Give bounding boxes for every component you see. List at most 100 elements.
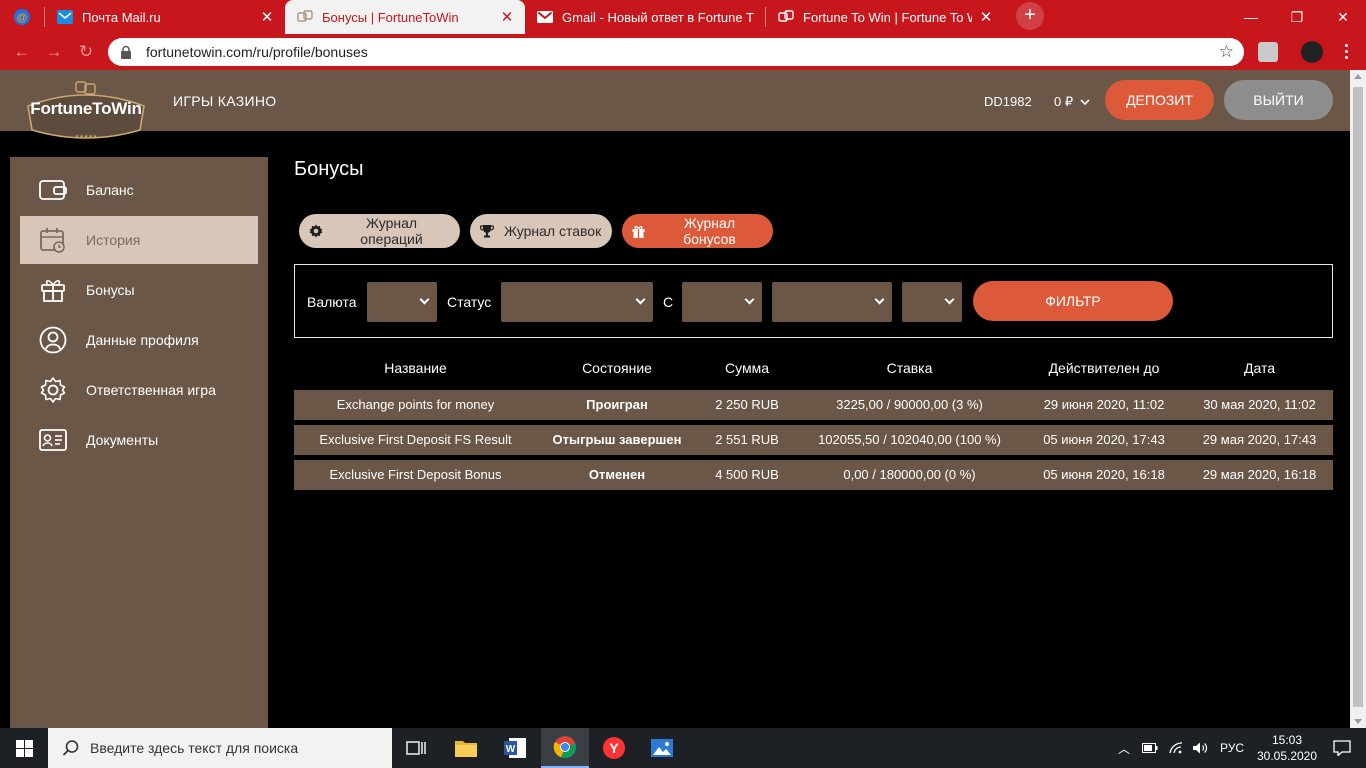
sidebar-item-bonuses[interactable]: Бонусы bbox=[20, 266, 258, 314]
sidebar-item-label: Данные профиля bbox=[86, 332, 199, 348]
browser-tab-strip: @ Почта Mail.ru ✕ Бонусы | FortuneToWin … bbox=[0, 0, 1366, 34]
taskbar-search-box[interactable]: Введите здесь текст для поиска bbox=[48, 728, 392, 768]
forward-arrow-icon[interactable]: → bbox=[44, 42, 64, 62]
gear-icon bbox=[38, 375, 68, 405]
tab-operations-log[interactable]: Журнал операций bbox=[299, 214, 460, 248]
year-select[interactable] bbox=[902, 282, 962, 322]
sidebar-item-label: Баланс bbox=[86, 182, 134, 198]
tab-bonus-log[interactable]: Журнал бонусов bbox=[622, 214, 773, 248]
volume-icon[interactable] bbox=[1192, 741, 1208, 755]
profile-avatar-icon[interactable] bbox=[1301, 41, 1323, 63]
date-from-label: С bbox=[663, 294, 674, 310]
mail-at-icon: @ bbox=[14, 9, 30, 25]
bonus-wager: 102055,50 / 102040,00 (100 %) bbox=[818, 432, 1001, 447]
sidebar-item-responsible-gaming[interactable]: Ответственная игра bbox=[20, 366, 258, 414]
tab-bets-log[interactable]: Журнал ставок bbox=[470, 214, 612, 248]
minimize-icon[interactable]: — bbox=[1228, 0, 1274, 34]
chevron-up-icon[interactable]: ︿ bbox=[1118, 740, 1130, 757]
browser-tab-mailru-at[interactable]: @ bbox=[0, 0, 44, 34]
browser-menu-icon[interactable] bbox=[1345, 44, 1349, 60]
gmail-icon bbox=[537, 9, 553, 25]
battery-icon[interactable] bbox=[1142, 743, 1158, 753]
word-icon[interactable]: W bbox=[491, 728, 539, 768]
extension-icon[interactable] bbox=[1258, 42, 1278, 62]
chrome-icon[interactable] bbox=[541, 728, 589, 768]
close-tab-icon[interactable]: ✕ bbox=[978, 8, 994, 26]
bonus-name: Exclusive First Deposit FS Result bbox=[319, 432, 512, 447]
column-header-name: Название bbox=[384, 360, 447, 376]
bonus-amount: 2 551 RUB bbox=[715, 432, 779, 447]
bonus-status: Отыгрыш завершен bbox=[552, 432, 682, 447]
window-controls: — ❐ ✕ bbox=[1228, 0, 1366, 34]
back-arrow-icon[interactable]: ← bbox=[12, 42, 32, 62]
yandex-browser-icon[interactable]: Y bbox=[590, 728, 638, 768]
gift-icon bbox=[632, 224, 646, 238]
bonus-amount: 2 250 RUB bbox=[715, 397, 779, 412]
scroll-down-icon[interactable] bbox=[1354, 719, 1362, 724]
sidebar-item-documents[interactable]: Документы bbox=[20, 416, 258, 464]
svg-text:W: W bbox=[506, 744, 516, 755]
bonus-valid-until: 29 июня 2020, 11:02 bbox=[1043, 397, 1165, 412]
site-logo[interactable]: ★★★★★ FortuneToWin bbox=[22, 80, 150, 140]
logout-button[interactable]: ВЫЙТИ bbox=[1224, 80, 1333, 120]
column-header-date: Дата bbox=[1243, 360, 1275, 376]
dice-icon bbox=[778, 9, 794, 25]
browser-tab-bonuses[interactable]: Бонусы | FortuneToWin ✕ bbox=[285, 0, 525, 34]
scrollbar-thumb[interactable] bbox=[1353, 87, 1363, 707]
browser-tab-mail[interactable]: Почта Mail.ru ✕ bbox=[45, 0, 285, 34]
new-tab-button[interactable]: + bbox=[1016, 1, 1044, 30]
deposit-button[interactable]: ДЕПОЗИТ bbox=[1105, 80, 1214, 120]
clock-date: 30.05.2020 bbox=[1256, 749, 1318, 763]
restore-icon[interactable]: ❐ bbox=[1274, 0, 1320, 34]
sidebar-item-balance[interactable]: Баланс bbox=[20, 166, 258, 214]
balance-dropdown[interactable]: 0 ₽ bbox=[1054, 94, 1090, 110]
close-tab-icon[interactable]: ✕ bbox=[259, 8, 275, 26]
currency-select[interactable] bbox=[367, 282, 437, 322]
mail-envelope-icon bbox=[57, 9, 73, 25]
currency-label: Валюта bbox=[307, 294, 357, 310]
reload-icon[interactable]: ↻ bbox=[76, 42, 96, 62]
address-bar[interactable]: fortunetowin.com/ru/profile/bonuses ☆ bbox=[108, 38, 1244, 66]
windows-taskbar: Введите здесь текст для поиска W Y ︿ РУС… bbox=[0, 728, 1366, 768]
wifi-icon[interactable] bbox=[1168, 741, 1184, 755]
bonus-valid-until: 05 июня 2020, 16:18 bbox=[1043, 467, 1165, 482]
close-window-icon[interactable]: ✕ bbox=[1320, 0, 1366, 34]
task-view-icon[interactable] bbox=[392, 728, 440, 768]
windows-start-button[interactable] bbox=[0, 728, 48, 768]
chevron-down-icon bbox=[874, 294, 885, 305]
input-language[interactable]: РУС bbox=[1220, 741, 1244, 755]
column-header-status: Состояние bbox=[582, 360, 652, 376]
nav-casino-games[interactable]: ИГРЫ КАЗИНО bbox=[173, 93, 276, 109]
taskbar-clock[interactable]: 15:03 30.05.2020 bbox=[1255, 732, 1319, 764]
status-select[interactable] bbox=[501, 282, 653, 322]
close-tab-icon[interactable]: ✕ bbox=[499, 8, 515, 26]
sidebar-item-profile[interactable]: Данные профиля bbox=[20, 316, 258, 364]
sidebar-item-label: Документы bbox=[86, 432, 159, 448]
tab-label: Журнал ставок bbox=[504, 223, 602, 239]
sidebar-item-label: История bbox=[86, 232, 141, 248]
day-select[interactable] bbox=[682, 282, 762, 322]
browser-tab-gmail[interactable]: Gmail - Новый ответ в Fortune T bbox=[525, 0, 765, 34]
calendar-history-icon bbox=[38, 225, 68, 255]
month-select[interactable] bbox=[772, 282, 892, 322]
bonus-name: Exclusive First Deposit Bonus bbox=[329, 467, 502, 482]
bonus-name: Exchange points for money bbox=[336, 397, 495, 412]
browser-tab-fortune[interactable]: Fortune To Win | Fortune To Win ✕ bbox=[766, 0, 1004, 34]
page-scrollbar[interactable] bbox=[1350, 70, 1366, 728]
user-icon bbox=[38, 325, 68, 355]
bonus-wager: 3225,00 / 90000,00 (3 %) bbox=[836, 397, 983, 412]
photos-icon[interactable] bbox=[638, 728, 686, 768]
username[interactable]: DD1982 bbox=[984, 94, 1032, 109]
filter-button[interactable]: ФИЛЬТР bbox=[973, 281, 1173, 321]
bonus-status: Отменен bbox=[588, 467, 646, 482]
system-tray: ︿ РУС bbox=[1118, 728, 1244, 768]
sidebar-item-history[interactable]: История bbox=[20, 216, 258, 264]
file-explorer-icon[interactable] bbox=[442, 728, 490, 768]
status-label: Статус bbox=[447, 294, 492, 310]
svg-text:@: @ bbox=[17, 12, 28, 24]
notifications-icon[interactable] bbox=[1318, 728, 1366, 768]
chevron-down-icon bbox=[744, 294, 755, 305]
bookmark-star-icon[interactable]: ☆ bbox=[1219, 42, 1234, 62]
table-row: Exclusive First Deposit FS Result Отыгры… bbox=[294, 425, 1333, 455]
scroll-up-icon[interactable] bbox=[1354, 74, 1362, 79]
